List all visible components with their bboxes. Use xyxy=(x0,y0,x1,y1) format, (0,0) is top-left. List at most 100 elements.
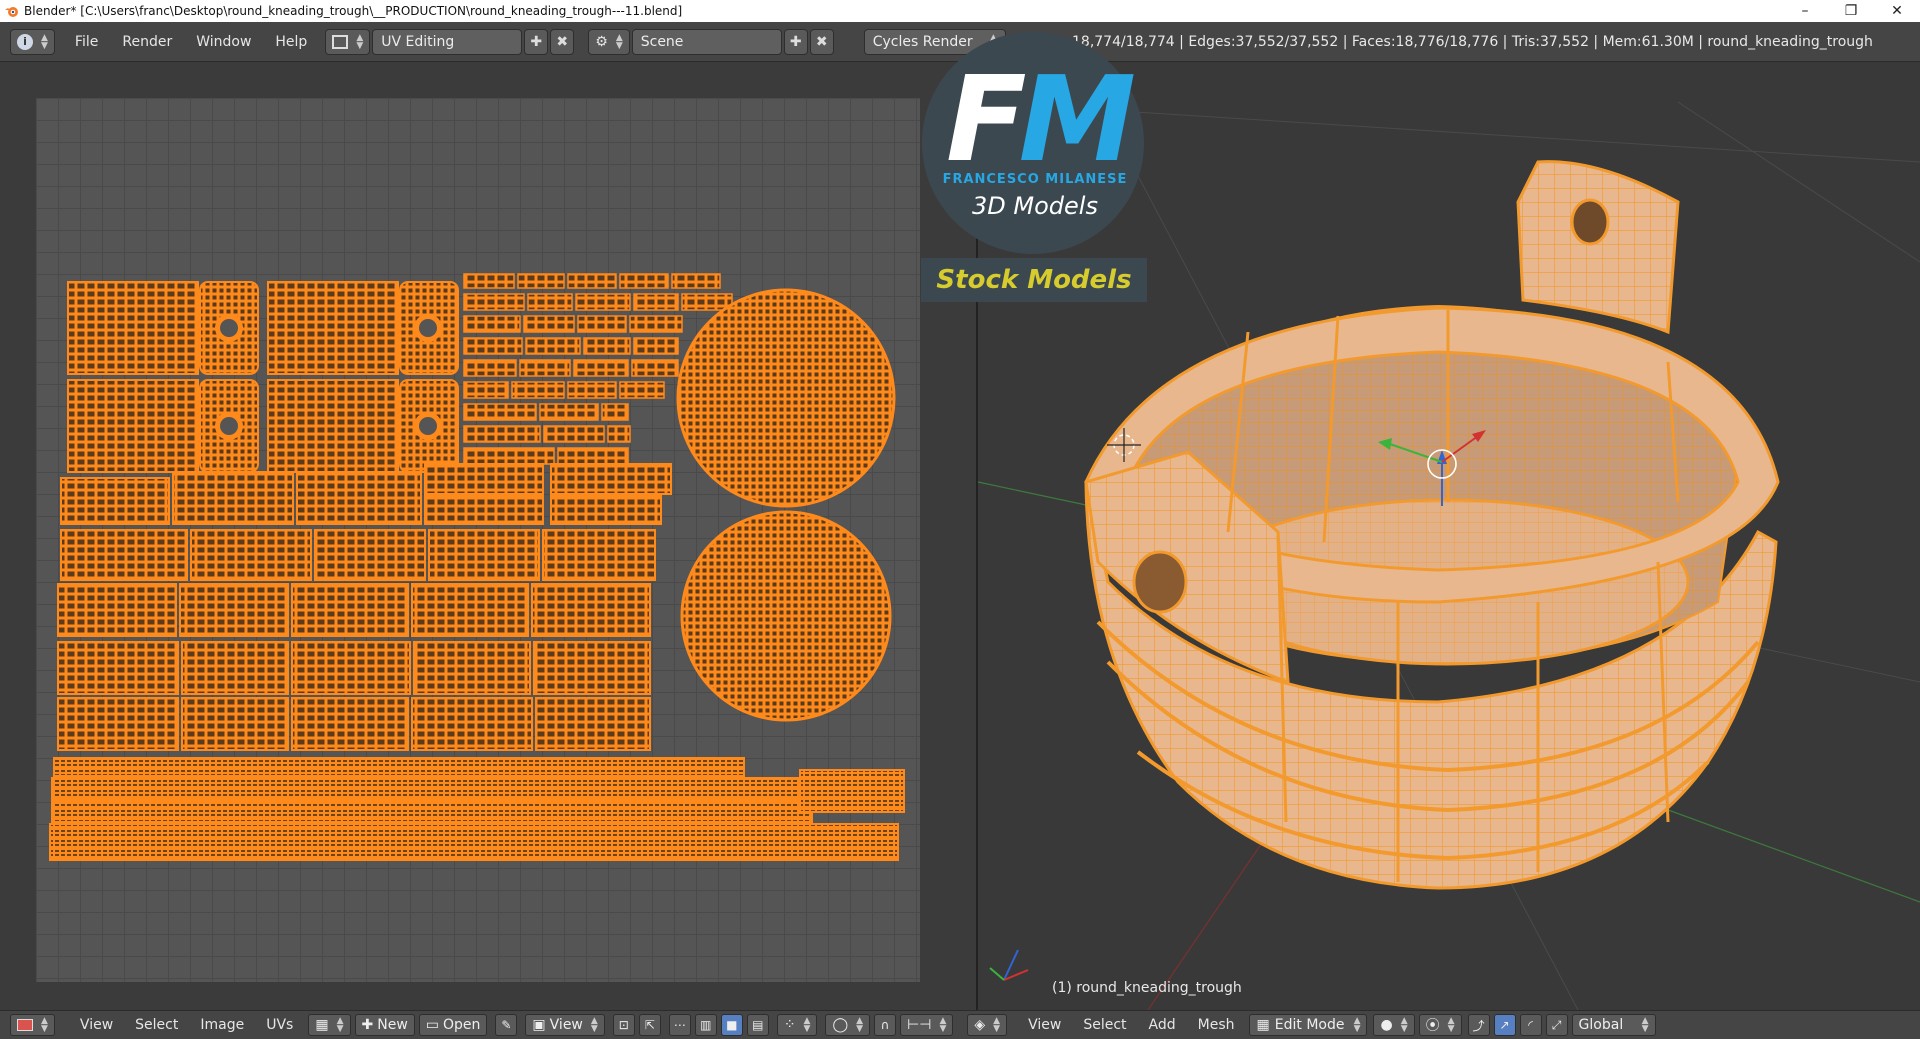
uv-menu-uvs[interactable]: UVs xyxy=(255,1011,304,1039)
new-image-label: New xyxy=(377,1017,408,1033)
folder-icon: ▭ xyxy=(425,1017,440,1033)
vertex-select-button[interactable]: ⋯ xyxy=(668,1014,691,1036)
uv-island-base-top xyxy=(676,288,896,508)
3d-view-icon: ◈ xyxy=(974,1017,986,1033)
sticky-select-mode[interactable]: ⁘ ▲ ▼ xyxy=(776,1014,818,1036)
view3d-menu-view[interactable]: View xyxy=(1017,1011,1072,1039)
sync-select-button[interactable]: ⇱ xyxy=(638,1014,661,1036)
image-browse-button[interactable]: ▦ ▲ ▼ xyxy=(308,1014,351,1036)
pin-icon: ✎ xyxy=(501,1018,512,1032)
uv-island-base-bottom xyxy=(680,510,892,722)
close-icon: ✖ xyxy=(815,33,828,50)
mode-select[interactable]: ▦ Edit Mode ▲ ▼ xyxy=(1249,1014,1368,1036)
view3d-menu-add[interactable]: Add xyxy=(1138,1011,1187,1039)
face-select-icon: ■ xyxy=(726,1018,738,1032)
add-screen-button[interactable]: ✚ xyxy=(524,28,549,55)
scale-icon: ⤢ xyxy=(1551,1017,1562,1032)
cursor-icon: ⇱ xyxy=(644,1018,655,1032)
uv-editor-type-button[interactable]: ▲ ▼ xyxy=(10,1014,55,1036)
trough-handle-back xyxy=(1516,160,1680,335)
view3d-menu-mesh[interactable]: Mesh xyxy=(1187,1011,1246,1039)
screen-layout-icon xyxy=(332,34,349,49)
scale-manipulator-button[interactable]: ⤢ xyxy=(1545,1014,1568,1036)
magnet-icon: ∩ xyxy=(880,1018,890,1032)
close-button[interactable]: ✕ xyxy=(1874,0,1920,22)
blender-app: Blender* [C:\Users\franc\Desktop\round_k… xyxy=(0,0,1920,1039)
window-title: Blender* [C:\Users\franc\Desktop\round_k… xyxy=(24,4,683,18)
island-select-icon: ▤ xyxy=(752,1018,764,1032)
bottom-headers: ▲ ▼ View Select Image UVs ▦ ▲ ▼ ✚ New ▭ Open … xyxy=(0,1010,1920,1039)
uv-layout[interactable] xyxy=(36,98,920,982)
open-image-button[interactable]: ▭ Open xyxy=(418,1014,488,1036)
arrow-icon: ↗ xyxy=(1499,1018,1510,1032)
orientation-label: Global xyxy=(1578,1017,1624,1033)
view3d-menu-select[interactable]: Select xyxy=(1072,1011,1137,1039)
info-editor-type-button[interactable]: i ▲ ▼ xyxy=(10,28,55,55)
manipulator-icon: ⤴ xyxy=(1472,1018,1485,1033)
pivot-point-select[interactable]: ⦿ ▲ ▼ xyxy=(1418,1014,1462,1036)
delete-screen-button[interactable]: ✖ xyxy=(550,28,575,55)
watermark-author: FRANCESCO MILANESE xyxy=(942,172,1128,187)
uv-view-label: View xyxy=(549,1017,583,1033)
uv-menu-view[interactable]: View xyxy=(69,1011,124,1039)
pivot-icon: ⊡ xyxy=(618,1018,629,1032)
info-editor-icon: i xyxy=(17,33,33,50)
watermark-subtitle: 3D Models xyxy=(972,192,1098,220)
edit-mode-icon: ▦ xyxy=(1256,1017,1270,1033)
proportional-edit-button[interactable]: ◯ ▲ ▼ xyxy=(825,1014,871,1036)
menu-file[interactable]: File xyxy=(63,27,110,57)
pivot-button[interactable]: ⊡ xyxy=(612,1014,635,1036)
rotate-manipulator-button[interactable]: ◜ xyxy=(1519,1014,1542,1036)
uv-island-staves xyxy=(57,463,672,751)
blender-logo-icon xyxy=(4,3,20,19)
uv-island-bands xyxy=(49,757,905,861)
minimize-button[interactable]: – xyxy=(1782,0,1828,22)
menu-help[interactable]: Help xyxy=(263,27,319,57)
restore-button[interactable]: ❐ xyxy=(1828,0,1874,22)
screen-layout-field[interactable]: UV Editing xyxy=(372,28,523,55)
menu-window[interactable]: Window xyxy=(184,27,263,57)
viewport-editor-type-button[interactable]: ◈ ▲ ▼ xyxy=(967,1014,1008,1036)
plus-icon: ✚ xyxy=(361,1017,374,1033)
snap-mode-select[interactable]: ⊢⊣ ▲ ▼ xyxy=(900,1014,954,1036)
view-icon: ▣ xyxy=(532,1017,546,1033)
delete-scene-button[interactable]: ✖ xyxy=(809,28,834,55)
translate-manipulator-button[interactable]: ↗ xyxy=(1493,1014,1516,1036)
new-image-button[interactable]: ✚ New xyxy=(354,1014,415,1036)
mode-label: Edit Mode xyxy=(1274,1017,1345,1033)
island-select-button[interactable]: ▤ xyxy=(746,1014,769,1036)
screen-layout-button[interactable]: ▲ ▼ xyxy=(325,28,371,55)
screen-layout-name: UV Editing xyxy=(381,33,455,50)
scene-selector-button[interactable]: ⚙ ▲ ▼ xyxy=(588,28,630,55)
sphere-shading-icon: ● xyxy=(1380,1017,1393,1033)
uv-view-mode-select[interactable]: ▣ View ▲ ▼ xyxy=(525,1014,605,1036)
shading-select[interactable]: ● ▲ ▼ xyxy=(1373,1014,1415,1036)
face-select-button[interactable]: ■ xyxy=(720,1014,743,1036)
edge-select-button[interactable]: ▥ xyxy=(694,1014,717,1036)
plus-icon: ✚ xyxy=(789,33,802,50)
dropdown-arrows-icon: ▲ ▼ xyxy=(41,32,48,51)
watermark-badge: Stock Models xyxy=(921,258,1147,302)
uv-menu-select[interactable]: Select xyxy=(124,1011,189,1039)
pin-button[interactable]: ✎ xyxy=(495,1014,518,1036)
snap-button[interactable]: ∩ xyxy=(874,1014,897,1036)
rotate-icon: ◜ xyxy=(1528,1018,1533,1032)
orientation-select[interactable]: Global ▲ ▼ xyxy=(1571,1014,1656,1036)
menu-render[interactable]: Render xyxy=(110,27,184,57)
window-titlebar: Blender* [C:\Users\franc\Desktop\round_k… xyxy=(0,0,1920,22)
uv-island-handles xyxy=(67,281,459,473)
uv-image-editor[interactable] xyxy=(0,62,976,1010)
uv-menu-image[interactable]: Image xyxy=(189,1011,255,1039)
scene-field[interactable]: Scene xyxy=(631,28,782,55)
open-image-label: Open xyxy=(443,1017,481,1033)
close-icon: ✖ xyxy=(556,33,569,50)
add-scene-button[interactable]: ✚ xyxy=(783,28,808,55)
manipulator-toggle[interactable]: ⤴ xyxy=(1467,1014,1490,1036)
vertex-select-icon: ⋯ xyxy=(673,1018,686,1032)
scene-icon: ⚙ xyxy=(595,33,608,50)
watermark-fm: FM xyxy=(946,50,1136,188)
edge-select-icon: ▥ xyxy=(700,1018,712,1032)
proportional-icon: ◯ xyxy=(832,1017,849,1033)
image-icon: ▦ xyxy=(315,1017,329,1033)
active-object-label: (1) round_kneading_trough xyxy=(1052,980,1242,996)
